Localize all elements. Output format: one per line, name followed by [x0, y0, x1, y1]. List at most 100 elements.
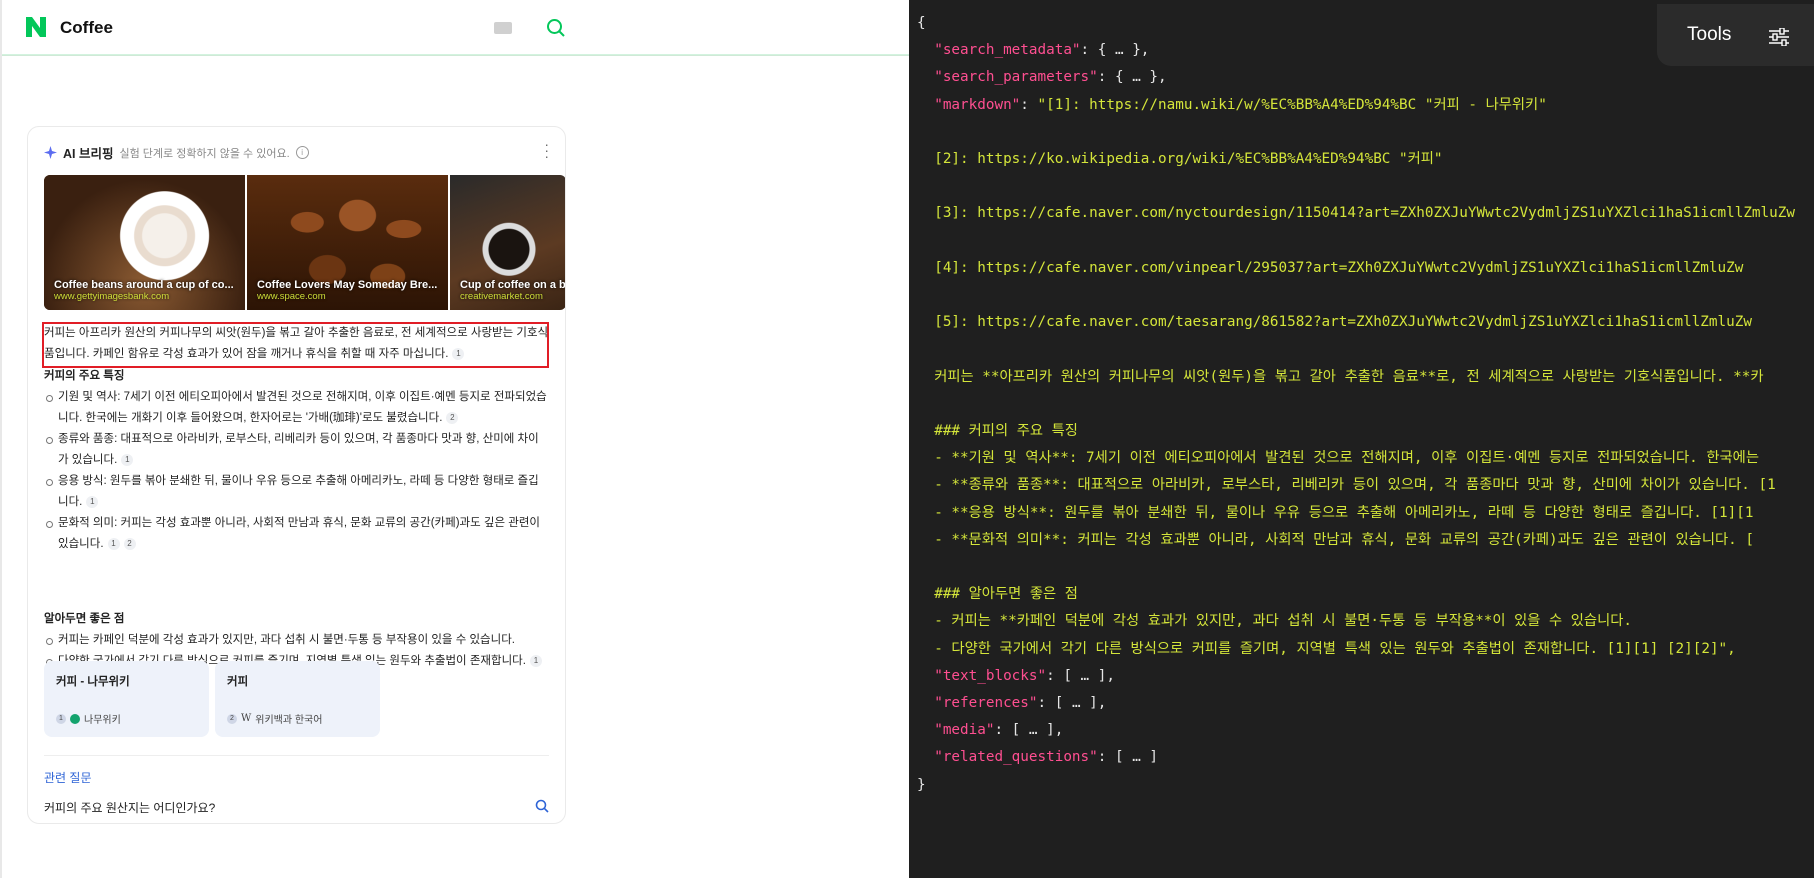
json-value: : [ … ]: [1097, 749, 1159, 766]
json-value: - **종류와 품종**: 대표적으로 아라비카, 로부스타, 리베리카 등이 …: [917, 477, 1776, 494]
code-line: - **종류와 품종**: 대표적으로 아라비카, 로부스타, 리베리카 등이 …: [917, 472, 1795, 499]
json-value: ### 커피의 주요 특징: [917, 423, 1078, 440]
code-line: "text_blocks": [ … ],: [917, 663, 1795, 690]
reference-title: 커피 - 나무위키: [56, 676, 130, 688]
reference-number: 2: [227, 713, 237, 724]
search-query-title[interactable]: Coffee: [60, 18, 113, 38]
json-value: : { … },: [1080, 42, 1150, 59]
json-key: "text_blocks": [917, 667, 1047, 684]
citation-badge[interactable]: 1: [529, 654, 542, 667]
json-value: : [ … ],: [1037, 695, 1107, 712]
search-results-pane: Coffee AI 브리핑 실험 단계로 정확하지 않을 수 있어요. i · ·…: [0, 0, 909, 878]
list-item-text: 기원 및 역사: 7세기 이전 에티오피아에서 발견된 것으로 전해지며, 이후…: [58, 391, 547, 424]
code-line: "markdown": "[1]: https://namu.wiki/w/%E…: [917, 92, 1795, 119]
json-value: [5]: https://cafe.naver.com/taesarang/86…: [917, 314, 1752, 331]
code-line: - 커피는 **카페인 덕분에 각성 효과가 있지만, 과다 섭취 시 불면·두…: [917, 608, 1795, 635]
list-item: 종류와 품종: 대표적으로 아라비카, 로부스타, 리베리카 등이 있으며, 각…: [44, 429, 549, 471]
json-value: [2]: https://ko.wikipedia.org/wiki/%EC%B…: [917, 151, 1443, 168]
image-title: Coffee beans around a cup of co...: [54, 279, 234, 291]
kebab-menu-icon[interactable]: · · ·: [544, 137, 549, 163]
code-line: - **문화적 의미**: 커피는 각성 효과뿐 아니라, 사회적 만남과 휴식…: [917, 527, 1795, 554]
feature-list: 기원 및 역사: 7세기 이전 에티오피아에서 발견된 것으로 전해지며, 이후…: [44, 387, 549, 555]
list-item: 커피는 카페인 덕분에 각성 효과가 있지만, 과다 섭취 시 불면·두통 등 …: [44, 630, 549, 651]
code-line: "search_parameters": { … },: [917, 64, 1795, 91]
naver-logo-icon[interactable]: [24, 15, 48, 39]
citation-badge[interactable]: 1: [452, 347, 465, 360]
code-line: - **응용 방식**: 원두를 볶아 분쇄한 뒤, 물이나 우유 등으로 추출…: [917, 500, 1795, 527]
tools-panel[interactable]: Tools: [1657, 4, 1814, 66]
tools-label: Tools: [1687, 24, 1732, 45]
json-value: - 다양한 국가에서 각기 다른 방식으로 커피를 즐기며, 지역별 특색 있는…: [917, 640, 1736, 657]
reference-card-wikipedia[interactable]: 커피 2 W 위키백과 한국어: [215, 661, 380, 737]
json-key: "media": [917, 722, 995, 739]
json-key: "related_questions": [917, 749, 1098, 766]
reference-source-name: 나무위키: [84, 715, 121, 726]
related-questions-heading: 관련 질문: [44, 771, 92, 785]
code-line: "related_questions": [ … ]: [917, 744, 1795, 771]
reference-source: 2 W 위키백과 한국어: [227, 711, 322, 726]
citation-badge[interactable]: 1: [107, 537, 120, 550]
related-question-item[interactable]: 커피의 주요 원산지는 어디인가요?: [44, 799, 215, 816]
list-item-text: 커피는 카페인 덕분에 각성 효과가 있지만, 과다 섭취 시 불면·두통 등 …: [58, 634, 515, 646]
json-value: }: [917, 776, 926, 793]
citation-badge[interactable]: 1: [121, 453, 134, 466]
image-card[interactable]: Coffee beans around a cup of co... www.g…: [44, 175, 245, 310]
keyboard-icon[interactable]: [494, 22, 512, 34]
json-code: { "search_metadata": { … }, "search_para…: [917, 10, 1795, 799]
json-value: : { … },: [1097, 69, 1167, 86]
citation-badge[interactable]: 1: [86, 495, 99, 508]
wikipedia-favicon-icon: W: [241, 713, 252, 724]
ai-briefing-title: AI 브리핑: [63, 147, 114, 161]
search-icon[interactable]: [546, 18, 566, 38]
image-card[interactable]: Coffee Lovers May Someday Bre... www.spa…: [247, 175, 448, 310]
image-source: creativemarket.com: [460, 291, 543, 302]
reference-source: 1 나무위키: [56, 711, 121, 726]
reference-number: 1: [56, 713, 66, 724]
json-key: "markdown": [917, 96, 1021, 113]
search-icon[interactable]: [535, 799, 549, 813]
json-value: : [ … ],: [1046, 667, 1115, 684]
code-line: }: [917, 772, 1795, 799]
top-bar: Coffee: [2, 0, 909, 55]
json-value: - 커피는 **카페인 덕분에 각성 효과가 있지만, 과다 섭취 시 불면·두…: [917, 613, 1633, 630]
code-line: [3]: https://cafe.naver.com/nyctourdesig…: [917, 200, 1795, 227]
json-value: - **응용 방식**: 원두를 볶아 분쇄한 뒤, 물이나 우유 등으로 추출…: [917, 504, 1754, 521]
code-line: ### 커피의 주요 특징: [917, 418, 1795, 445]
code-line: [5]: https://cafe.naver.com/taesarang/86…: [917, 309, 1795, 336]
list-item-text: 응용 방식: 원두를 볶아 분쇄한 뒤, 물이나 우유 등으로 추출해 아메리카…: [58, 475, 539, 508]
code-line: ### 알아두면 좋은 점: [917, 581, 1795, 608]
namuwiki-favicon-icon: [70, 713, 80, 724]
citation-badge[interactable]: 2: [123, 537, 136, 550]
json-value: [3]: https://cafe.naver.com/nyctourdesig…: [917, 205, 1795, 222]
code-line: [2]: https://ko.wikipedia.org/wiki/%EC%B…: [917, 146, 1795, 173]
json-viewer[interactable]: { "search_metadata": { … }, "search_para…: [909, 0, 1814, 878]
list-item: 응용 방식: 원두를 볶아 분쇄한 뒤, 물이나 우유 등으로 추출해 아메리카…: [44, 471, 549, 513]
ai-briefing-subtitle: 실험 단계로 정확하지 않을 수 있어요.: [119, 147, 290, 160]
image-source: www.space.com: [257, 291, 326, 302]
reference-source-name: 위키백과 한국어: [255, 715, 323, 726]
code-line: [4]: https://cafe.naver.com/vinpearl/295…: [917, 255, 1795, 282]
json-value: - **기원 및 역사**: 7세기 이전 에티오피아에서 발견된 것으로 전해…: [917, 450, 1759, 467]
code-line: - **기원 및 역사**: 7세기 이전 에티오피아에서 발견된 것으로 전해…: [917, 445, 1795, 472]
image-carousel[interactable]: Coffee beans around a cup of co... www.g…: [44, 175, 565, 310]
json-key: "references": [917, 695, 1038, 712]
ai-briefing-header: AI 브리핑 실험 단계로 정확하지 않을 수 있어요. i: [44, 143, 309, 162]
ai-briefing-card: AI 브리핑 실험 단계로 정확하지 않을 수 있어요. i · · · Coffe…: [27, 126, 566, 824]
citation-badge[interactable]: 2: [446, 411, 459, 424]
reference-card-namuwiki[interactable]: 커피 - 나무위키 1 나무위키: [44, 661, 209, 737]
image-card[interactable]: Cup of coffee on a b creativemarket.com: [450, 175, 565, 310]
info-icon[interactable]: i: [295, 146, 309, 159]
tools-sliders-icon[interactable]: [1769, 28, 1789, 46]
section-heading: 커피의 주요 특징: [44, 370, 125, 382]
divider: [44, 755, 549, 756]
json-value: : [ … ],: [994, 722, 1064, 739]
code-line: "media": [ … ],: [917, 717, 1795, 744]
list-item: 기원 및 역사: 7세기 이전 에티오피아에서 발견된 것으로 전해지며, 이후…: [44, 387, 549, 429]
json-value: 커피는 **아프리카 원산의 커피나무의 씨앗(원두)을 볶고 갈아 추출한 음…: [917, 368, 1764, 385]
json-value: - **문화적 의미**: 커피는 각성 효과뿐 아니라, 사회적 만남과 휴식…: [917, 531, 1754, 548]
